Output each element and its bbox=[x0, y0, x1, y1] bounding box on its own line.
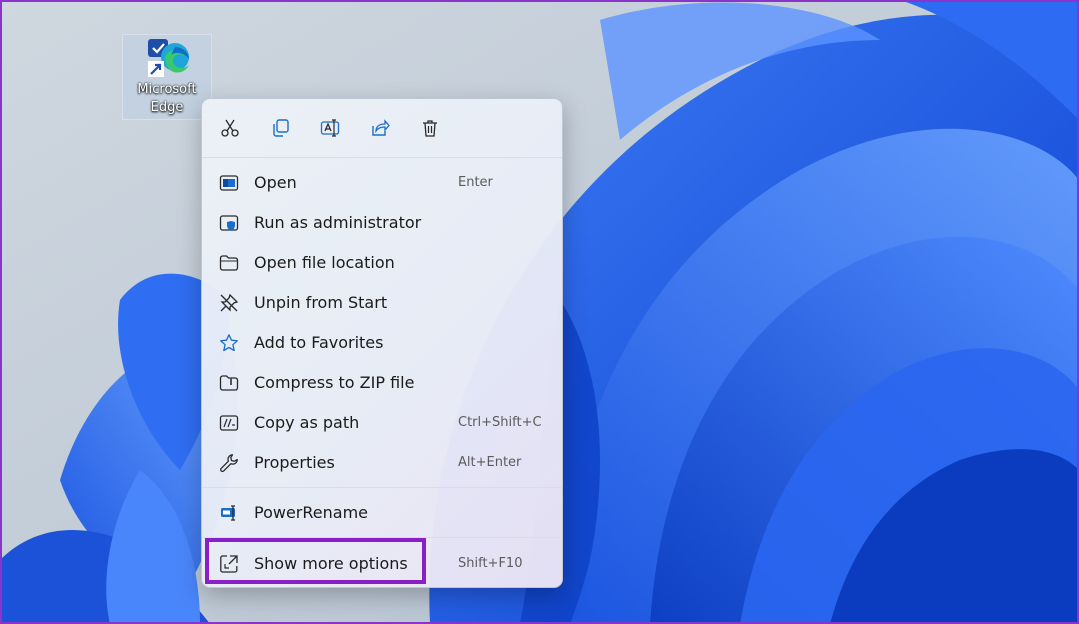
menu-item-shortcut: Shift+F10 bbox=[458, 556, 523, 571]
context-menu-toolbar bbox=[202, 99, 562, 157]
powerrename-icon bbox=[219, 503, 239, 523]
delete-button[interactable] bbox=[415, 113, 445, 143]
shield-window-icon bbox=[219, 213, 239, 233]
show-more-icon bbox=[219, 554, 239, 574]
menu-item-shortcut: Enter bbox=[458, 175, 493, 190]
rename-icon bbox=[320, 119, 340, 137]
path-icon bbox=[219, 413, 239, 433]
menu-item-label: Run as administrator bbox=[254, 213, 422, 232]
menu-item-unpin-from-start[interactable]: Unpin from Start bbox=[208, 285, 556, 321]
menu-item-powerrename[interactable]: PowerRename bbox=[208, 495, 556, 531]
menu-item-shortcut: Ctrl+Shift+C bbox=[458, 415, 542, 430]
folder-icon bbox=[219, 253, 239, 273]
scissors-icon bbox=[221, 119, 239, 137]
open-window-icon bbox=[219, 173, 239, 193]
menu-item-run-as-administrator[interactable]: Run as administrator bbox=[208, 205, 556, 241]
menu-item-open-file-location[interactable]: Open file location bbox=[208, 245, 556, 281]
copy-icon bbox=[273, 119, 289, 137]
menu-item-label: Open file location bbox=[254, 253, 395, 272]
zip-folder-icon bbox=[219, 373, 239, 393]
menu-item-label: Open bbox=[254, 173, 297, 192]
menu-item-label: Add to Favorites bbox=[254, 333, 384, 352]
menu-item-show-more-options[interactable]: Show more options Shift+F10 bbox=[208, 546, 556, 582]
rename-button[interactable] bbox=[315, 113, 345, 143]
menu-item-label: Copy as path bbox=[254, 413, 360, 432]
menu-item-label: Unpin from Start bbox=[254, 293, 388, 312]
menu-separator bbox=[202, 487, 562, 488]
menu-item-compress-to-zip[interactable]: Compress to ZIP file bbox=[208, 365, 556, 401]
share-button[interactable] bbox=[365, 113, 395, 143]
menu-item-shortcut: Alt+Enter bbox=[458, 455, 522, 470]
menu-item-label: PowerRename bbox=[254, 503, 368, 522]
desktop-icon-label: Microsoft Edge bbox=[137, 82, 197, 115]
menu-item-add-to-favorites[interactable]: Add to Favorites bbox=[208, 325, 556, 361]
menu-item-properties[interactable]: Properties Alt+Enter bbox=[208, 445, 556, 481]
menu-separator bbox=[202, 537, 562, 538]
trash-icon bbox=[423, 120, 437, 137]
menu-item-label: Properties bbox=[254, 453, 335, 472]
menu-item-copy-as-path[interactable]: Copy as path Ctrl+Shift+C bbox=[208, 405, 556, 441]
desktop-icon-microsoft-edge[interactable]: Microsoft Edge bbox=[122, 34, 212, 120]
wrench-icon bbox=[219, 453, 239, 473]
menu-separator bbox=[202, 157, 562, 158]
menu-item-open[interactable]: Open Enter bbox=[208, 165, 556, 201]
menu-item-label: Compress to ZIP file bbox=[254, 373, 415, 392]
share-icon bbox=[372, 119, 390, 136]
copy-button[interactable] bbox=[265, 113, 295, 143]
microsoft-edge-icon bbox=[145, 37, 191, 81]
unpin-icon bbox=[219, 293, 239, 313]
star-icon bbox=[219, 333, 239, 353]
menu-item-label: Show more options bbox=[254, 554, 408, 573]
cut-button[interactable] bbox=[215, 113, 245, 143]
context-menu: Open Enter Run as administrator Open fil… bbox=[201, 98, 563, 588]
